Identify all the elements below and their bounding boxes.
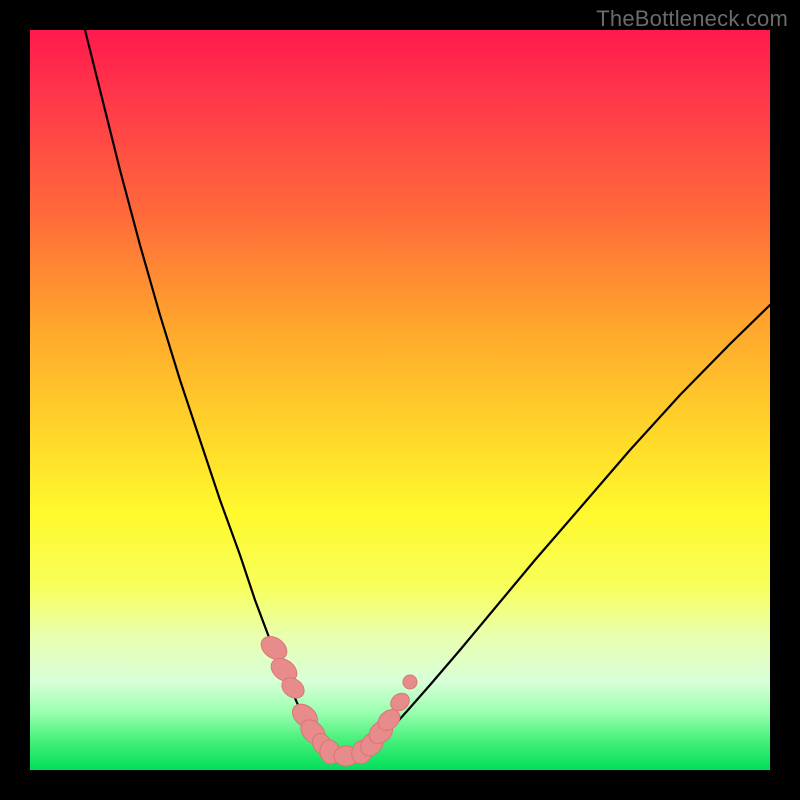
curve-layer xyxy=(30,30,770,770)
plot-area xyxy=(30,30,770,770)
valley-marker xyxy=(403,675,417,689)
watermark-text: TheBottleneck.com xyxy=(596,6,788,32)
series-right-curve xyxy=(368,305,770,751)
series-left-curve xyxy=(85,30,322,751)
marker-group xyxy=(257,632,417,767)
series-group xyxy=(85,30,770,756)
chart-frame: TheBottleneck.com xyxy=(0,0,800,800)
